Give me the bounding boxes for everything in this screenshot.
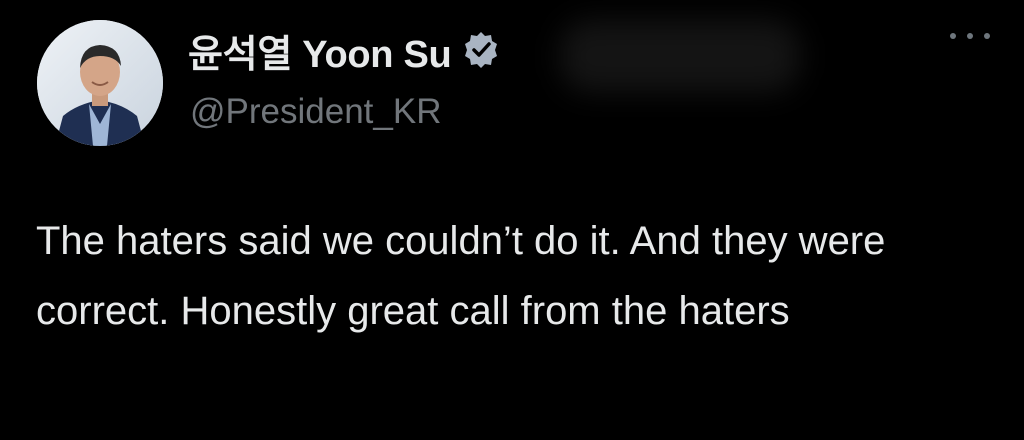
dot	[984, 33, 990, 39]
tweet-text: The haters said we couldn’t do it. And t…	[36, 219, 886, 333]
tweet-card: 윤석열 Yoon Su @President_KR The haters sai…	[0, 0, 1024, 440]
verified-badge-icon	[461, 30, 501, 70]
author-handle[interactable]: @President_KR	[190, 92, 441, 132]
dot	[967, 33, 973, 39]
more-options-icon[interactable]	[950, 26, 990, 46]
profile-photo-icon	[37, 20, 163, 146]
avatar[interactable]	[37, 20, 163, 146]
author-name-row[interactable]: 윤석열 Yoon Su	[188, 22, 501, 78]
blurred-region	[560, 20, 800, 92]
dot	[950, 33, 956, 39]
author-display-name[interactable]: 윤석열 Yoon Su	[188, 23, 452, 78]
